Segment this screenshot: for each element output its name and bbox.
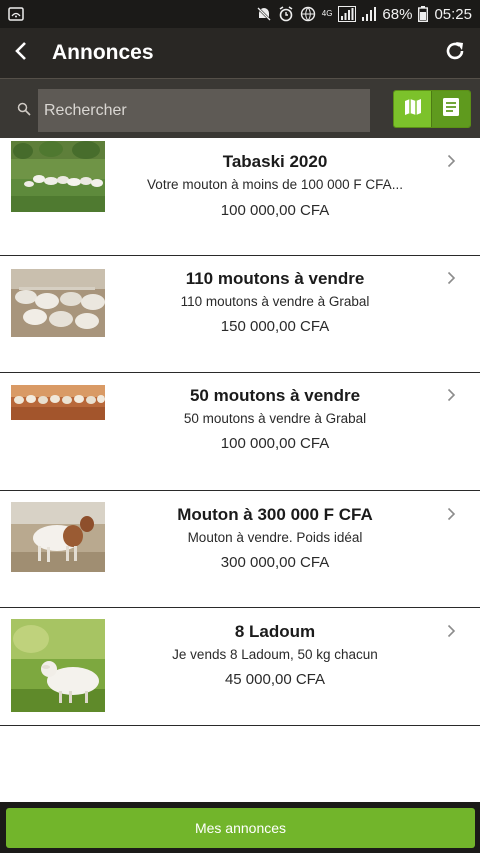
- listing-title: 50 moutons à vendre: [189, 386, 361, 405]
- listing-title: 8 Ladoum: [234, 622, 316, 641]
- listing-price: 300 000,00 CFA: [220, 553, 330, 571]
- cell-signal-icon: [362, 6, 377, 22]
- listing-description: Mouton à vendre. Poids idéal: [187, 529, 363, 545]
- listing-description: Votre mouton à moins de 100 000 F CFA...: [147, 177, 403, 192]
- listing-photo: [11, 385, 105, 420]
- listing-description: 110 moutons à vendre à Grabal: [180, 293, 370, 309]
- listing-item[interactable]: 110 moutons à vendre 110 moutons à vendr…: [0, 256, 480, 373]
- page-title: Annonces: [52, 41, 154, 64]
- chevron-right-icon: [447, 624, 456, 643]
- listing-photo: [11, 501, 105, 572]
- listings-list: Tabaski 2020 Votre mouton à moins de 100…: [0, 138, 480, 726]
- search-icon: [17, 102, 31, 121]
- search-input[interactable]: [38, 89, 370, 132]
- chevron-left-icon: [14, 41, 28, 66]
- listing-photo: [11, 268, 105, 337]
- listing-price: 45 000,00 CFA: [224, 671, 326, 688]
- clock: 05:25: [434, 5, 472, 23]
- map-view-button[interactable]: [394, 91, 433, 127]
- chevron-right-icon: [447, 271, 456, 290]
- mute-icon: [256, 6, 272, 22]
- listing-price: 100 000,00 CFA: [220, 202, 330, 219]
- view-toggle: [393, 90, 471, 128]
- listing-item[interactable]: Tabaski 2020 Votre mouton à moins de 100…: [0, 138, 480, 256]
- listing-photo: [11, 141, 105, 212]
- listing-title: Mouton à 300 000 F CFA: [177, 504, 373, 524]
- listing-photo: [11, 619, 105, 712]
- notification-icon: [8, 7, 24, 21]
- listing-price: 100 000,00 CFA: [220, 435, 330, 452]
- app-header: Annonces: [0, 28, 480, 78]
- battery-percent: 68%: [382, 5, 413, 23]
- battery-icon: [418, 6, 429, 22]
- mes-annonces-button[interactable]: Mes annonces: [6, 808, 475, 848]
- listing-item[interactable]: 50 moutons à vendre 50 moutons à vendre …: [0, 373, 480, 491]
- wifi-signal-icon: [338, 6, 357, 22]
- refresh-button[interactable]: [430, 28, 480, 78]
- list-icon: [443, 97, 459, 121]
- list-view-button[interactable]: [432, 91, 470, 127]
- chevron-right-icon: [447, 154, 456, 173]
- bottom-bar: Mes annonces: [0, 802, 480, 853]
- chevron-right-icon: [447, 388, 456, 407]
- map-icon: [404, 98, 422, 121]
- chevron-right-icon: [447, 507, 456, 526]
- vpn-icon: [300, 6, 316, 22]
- listing-title: 110 moutons à vendre: [185, 268, 365, 288]
- status-bar: 4G 68% 05:25: [0, 0, 480, 28]
- listing-item[interactable]: Mouton à 300 000 F CFA Mouton à vendre. …: [0, 491, 480, 608]
- listing-description: 50 moutons à vendre à Grabal: [183, 411, 367, 426]
- network-type-icon: 4G: [321, 9, 333, 18]
- listing-description: Je vends 8 Ladoum, 50 kg chacun: [172, 647, 378, 662]
- listing-title: Tabaski 2020: [222, 152, 328, 171]
- listing-item[interactable]: 8 Ladoum Je vends 8 Ladoum, 50 kg chacun…: [0, 608, 480, 726]
- back-button[interactable]: [0, 28, 42, 78]
- alarm-icon: [278, 6, 294, 22]
- search-bar: [0, 78, 480, 138]
- listing-price: 150 000,00 CFA: [220, 317, 330, 335]
- refresh-icon: [444, 40, 466, 67]
